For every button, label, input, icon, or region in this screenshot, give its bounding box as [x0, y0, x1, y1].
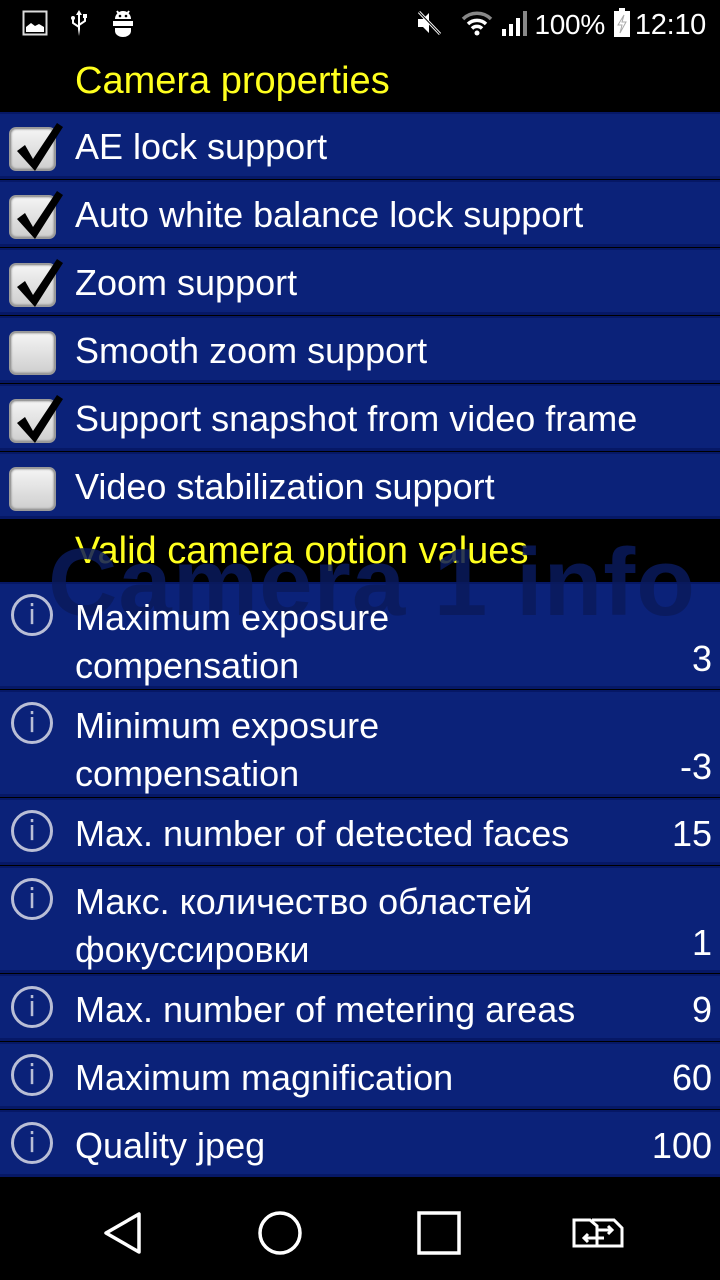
option-label-line1: Макс. количество областей: [75, 881, 533, 922]
option-label: Maximum magnification: [75, 1054, 453, 1102]
camera-properties-header: Camera properties: [0, 50, 720, 112]
info-icon[interactable]: i: [11, 878, 53, 920]
property-label: Zoom support: [75, 262, 298, 303]
option-label-line1: Maximum magnification: [75, 1057, 454, 1098]
android-debug-icon: [110, 9, 136, 42]
option-label: Max. number of metering areas: [75, 986, 575, 1034]
property-label: Support snapshot from video frame: [75, 398, 638, 439]
checkmark-icon: [17, 259, 63, 307]
mute-icon: [415, 9, 443, 42]
option-value-row[interactable]: i Max. number of metering areas 9: [0, 974, 720, 1041]
back-button[interactable]: [98, 1208, 148, 1258]
signal-icon: [501, 9, 529, 42]
option-label-line2: compensation: [75, 645, 300, 686]
option-label-line1: Max. number of detected faces: [75, 813, 570, 854]
property-row[interactable]: Smooth zoom support: [0, 316, 720, 383]
navigation-bar: [0, 1186, 720, 1280]
option-label-line1: Quality jpeg: [75, 1125, 266, 1166]
property-label: AE lock support: [75, 126, 328, 167]
property-row[interactable]: Video stabilization support: [0, 452, 720, 519]
option-label: Макс. количество областей фокуссировки: [75, 878, 532, 974]
gallery-icon: [22, 10, 48, 41]
option-label: Minimum exposure compensation: [75, 702, 379, 798]
battery-percent: 100%: [534, 9, 606, 40]
info-icon[interactable]: i: [11, 702, 53, 744]
property-label: Video stabilization support: [75, 466, 495, 507]
property-row[interactable]: AE lock support: [0, 112, 720, 179]
option-label: Maximum exposure compensation: [75, 594, 389, 690]
recents-button[interactable]: [414, 1208, 464, 1258]
battery-charging-icon: [613, 7, 631, 43]
checkbox-checked[interactable]: [9, 259, 63, 307]
option-value-row[interactable]: i Quality jpeg 100: [0, 1110, 720, 1177]
clock: 12:10: [634, 8, 706, 41]
checkbox-checked[interactable]: [9, 123, 63, 171]
home-icon: [258, 1211, 302, 1255]
option-value-row[interactable]: i Minimum exposure compensation -3: [0, 690, 720, 797]
info-icon[interactable]: i: [11, 1122, 53, 1164]
option-value: 60: [671, 1057, 712, 1098]
option-value: 15: [671, 813, 712, 854]
wifi-icon: [461, 10, 493, 41]
option-label: Quality jpeg: [75, 1122, 265, 1170]
checkmark-icon: [17, 191, 63, 239]
info-icon[interactable]: i: [11, 594, 53, 636]
option-value: -3: [679, 746, 712, 787]
option-value-row[interactable]: i Max. number of detected faces 15: [0, 798, 720, 865]
recents-icon: [417, 1211, 461, 1255]
camera-info-list[interactable]: Camera properties AE lock support Auto wh…: [0, 50, 720, 1186]
checkmark-icon: [17, 123, 63, 171]
checkmark-icon: [17, 395, 63, 443]
valid-values-header: Valid camera option values: [0, 520, 720, 582]
option-label-line1: Minimum exposure: [75, 705, 380, 746]
usb-icon: [70, 9, 88, 42]
option-value: 1: [691, 922, 712, 963]
option-value-row[interactable]: i Макс. количество областей фокуссировки 1: [0, 866, 720, 973]
property-label: Smooth zoom support: [75, 330, 428, 371]
option-value-row[interactable]: i Maximum exposure compensation 3: [0, 582, 720, 689]
switch-sim-button[interactable]: [570, 1208, 630, 1258]
option-value: 100: [651, 1125, 712, 1166]
property-row[interactable]: Support snapshot from video frame: [0, 384, 720, 451]
option-value: 3: [691, 638, 712, 679]
status-bar: 100% 12:10: [0, 0, 720, 50]
option-label-line1: Maximum exposure: [75, 597, 390, 638]
option-label-line2: фокуссировки: [75, 929, 310, 970]
info-icon[interactable]: i: [11, 810, 53, 852]
checkbox-checked[interactable]: [9, 191, 63, 239]
switch-sim-icon: [572, 1218, 624, 1248]
property-row[interactable]: Zoom support: [0, 248, 720, 315]
info-icon[interactable]: i: [11, 1054, 53, 1096]
option-label: Max. number of detected faces: [75, 810, 569, 858]
checkbox-unchecked[interactable]: [9, 467, 56, 511]
option-label-line2: compensation: [75, 753, 300, 794]
option-value-row[interactable]: i Maximum magnification 60: [0, 1042, 720, 1109]
back-icon: [104, 1212, 141, 1254]
property-label: Auto white balance lock support: [75, 194, 584, 235]
info-icon[interactable]: i: [11, 986, 53, 1028]
option-value: 9: [691, 989, 712, 1030]
option-label-line1: Max. number of metering areas: [75, 989, 576, 1030]
checkbox-checked[interactable]: [9, 395, 63, 443]
home-button[interactable]: [255, 1208, 305, 1258]
property-row[interactable]: Auto white balance lock support: [0, 180, 720, 247]
checkbox-unchecked[interactable]: [9, 331, 56, 375]
